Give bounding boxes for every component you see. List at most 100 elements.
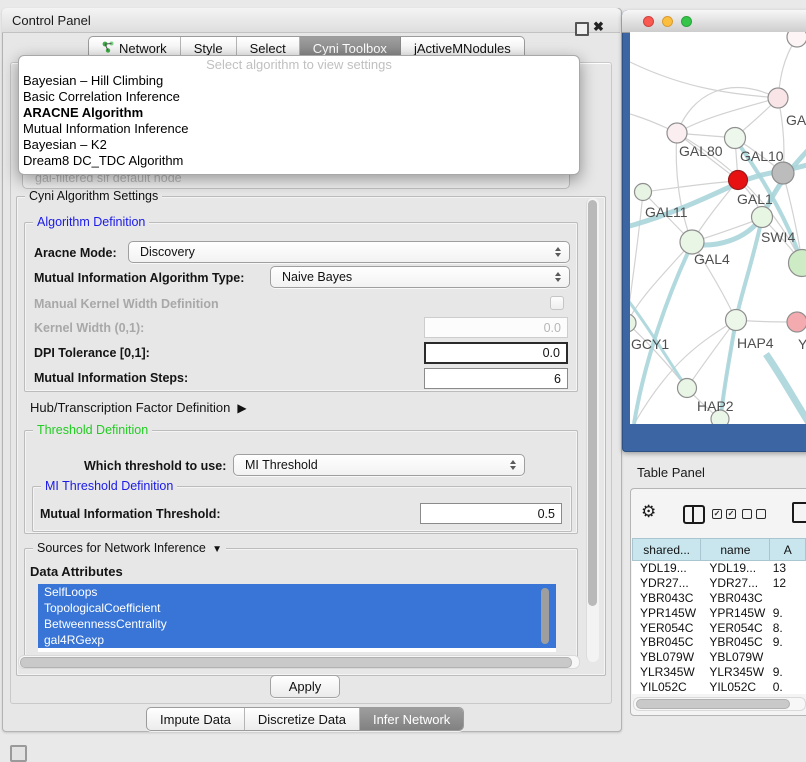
aracne-mode-combo[interactable]: Discovery <box>128 241 570 263</box>
dpi-tolerance-value: 0.0 <box>543 346 560 360</box>
network-node-label: GAL10 <box>740 148 784 164</box>
network-node[interactable] <box>635 184 652 201</box>
table-row[interactable]: YDR27...YDR27...12 <box>632 576 806 591</box>
kernel-width-value: 0.0 <box>544 321 561 335</box>
table-cell: YBR043C <box>632 591 701 605</box>
algorithm-dropdown-popup: Select algorithm to view settings Bayesi… <box>18 55 580 175</box>
network-node[interactable] <box>772 162 794 184</box>
table-cell: YBR045C <box>632 635 701 649</box>
tab-label: Style <box>194 41 223 56</box>
table-cell: YIL052C <box>701 680 770 694</box>
network-edge-thick <box>766 354 806 424</box>
combo-arrows-icon <box>555 247 561 257</box>
table-cell: YIL052C <box>632 680 701 694</box>
which-threshold-combo[interactable]: MI Threshold <box>233 454 525 476</box>
table-row[interactable]: YIL052CYIL052C0. <box>632 679 806 694</box>
network-node[interactable] <box>726 310 747 331</box>
tab-impute-data[interactable]: Impute Data <box>147 708 245 730</box>
attribute-list-item[interactable]: SelfLoops <box>38 584 556 600</box>
network-node-label: GAL <box>786 112 806 128</box>
algorithm-definition-title: Algorithm Definition <box>33 215 149 229</box>
gear-icon[interactable]: ⚙ <box>641 502 656 522</box>
kernel-width-field[interactable]: 0.0 <box>424 317 568 338</box>
column-header[interactable]: shared... <box>632 538 701 561</box>
column-header[interactable]: name <box>701 538 770 561</box>
dpi-tolerance-field[interactable]: 0.0 <box>424 342 568 364</box>
table-row[interactable]: YBR043CYBR043C <box>632 591 806 606</box>
network-node[interactable] <box>752 207 773 228</box>
network-node[interactable] <box>768 88 788 108</box>
data-attributes-list[interactable]: SelfLoopsTopologicalCoefficientBetweenne… <box>38 584 556 652</box>
table-row[interactable]: YBL079WYBL079W <box>632 650 806 665</box>
network-node[interactable] <box>630 314 636 332</box>
mi-threshold-field[interactable]: 0.5 <box>420 503 562 524</box>
attribute-list-scrollbar[interactable] <box>541 588 549 644</box>
expanded-arrow-icon: ▼ <box>209 544 222 555</box>
mi-type-combo[interactable]: Naive Bayes <box>270 266 570 288</box>
select-all-checkbox-icon[interactable]: ✓ <box>712 509 722 519</box>
apply-button[interactable]: Apply <box>270 675 340 698</box>
tab-label: Infer Network <box>373 712 450 727</box>
docked-panel-icon[interactable] <box>10 745 27 762</box>
select-all-checkbox-icon[interactable]: ✓ <box>726 509 736 519</box>
network-node[interactable] <box>789 250 806 277</box>
algorithm-option[interactable]: Mutual Information Inference <box>19 121 579 137</box>
deselect-all-checkbox-icon[interactable] <box>756 509 766 519</box>
table-cell: 9. <box>771 606 806 620</box>
float-window-icon[interactable] <box>575 22 589 36</box>
tab-discretize-data[interactable]: Discretize Data <box>245 708 360 730</box>
attribute-list-item[interactable]: TopologicalCoefficient <box>38 600 556 616</box>
algorithm-option[interactable]: Basic Correlation Inference <box>19 89 579 105</box>
network-node[interactable] <box>667 123 687 143</box>
minimize-window-icon[interactable] <box>662 16 673 27</box>
tab-infer-network[interactable]: Infer Network <box>360 708 463 730</box>
table-row[interactable]: YDL19...YDL19...13 <box>632 561 806 576</box>
table-row[interactable]: YBR045CYBR045C9. <box>632 635 806 650</box>
attribute-list-item[interactable]: BetweennessCentrality <box>38 616 556 632</box>
algorithm-dropdown-hint: Select algorithm to view settings <box>19 56 579 73</box>
mi-steps-field[interactable]: 6 <box>424 368 568 389</box>
table-cell: YPR145W <box>701 606 770 620</box>
table-row[interactable]: YPR145WYPR145W9. <box>632 605 806 620</box>
algorithm-option[interactable]: Dream8 DC_TDC Algorithm <box>19 153 579 169</box>
table-cell: YBL079W <box>701 650 770 664</box>
table-cell: YDR27... <box>701 576 770 590</box>
algorithm-option[interactable]: Bayesian – Hill Climbing <box>19 73 579 89</box>
network-node[interactable] <box>725 128 746 149</box>
network-node[interactable] <box>678 379 697 398</box>
table-row[interactable]: YLR345WYLR345W9. <box>632 665 806 680</box>
tab-label: Discretize Data <box>258 712 346 727</box>
table-header-row: shared...nameA <box>632 538 806 561</box>
manual-kernel-checkbox[interactable] <box>550 296 564 310</box>
attribute-list-item[interactable]: gal4RGexp <box>38 632 556 648</box>
algorithm-option[interactable]: ARACNE Algorithm <box>19 105 579 121</box>
columns-icon[interactable] <box>683 505 705 524</box>
close-panel-icon[interactable]: ✖ <box>593 19 604 35</box>
algorithm-option[interactable]: Bayesian – K2 <box>19 137 579 153</box>
network-node[interactable] <box>729 171 748 190</box>
network-canvas[interactable]: GALGAL80GAL10GAL1GAL11SWI4GAL4HAP4YGCY1H… <box>630 32 806 424</box>
table-row[interactable]: YER054CYER054C8. <box>632 620 806 635</box>
cyni-bottom-tab-bar: Impute Data Discretize Data Infer Network <box>146 707 464 731</box>
close-window-icon[interactable] <box>643 16 654 27</box>
table-body: YDL19...YDL19...13YDR27...YDR27...12YBR0… <box>632 561 806 694</box>
network-node[interactable] <box>787 32 806 47</box>
column-header[interactable]: A <box>770 538 806 561</box>
threshold-definition-title: Threshold Definition <box>33 423 152 437</box>
deselect-all-checkbox-icon[interactable] <box>742 509 752 519</box>
network-node-label: GAL80 <box>679 143 723 159</box>
table-cell: 9. <box>771 635 806 649</box>
settings-horizontal-scrollbar-thumb[interactable] <box>20 657 572 668</box>
table-cell: YBR045C <box>701 635 770 649</box>
network-node[interactable] <box>787 312 806 332</box>
network-window-titlebar <box>622 10 806 33</box>
zoom-window-icon[interactable] <box>681 16 692 27</box>
sources-group-title[interactable]: Sources for Network Inference ▼ <box>33 541 226 555</box>
table-cell: 0. <box>771 680 806 694</box>
settings-vertical-scrollbar-thumb[interactable] <box>588 200 597 606</box>
tab-label: jActiveMNodules <box>414 41 511 56</box>
network-node-label: GAL1 <box>737 191 773 207</box>
export-table-icon[interactable] <box>792 502 806 523</box>
table-horizontal-scrollbar-thumb[interactable] <box>636 699 790 709</box>
hub-section-toggle[interactable]: Hub/Transcription Factor Definition ▶ <box>30 400 247 415</box>
